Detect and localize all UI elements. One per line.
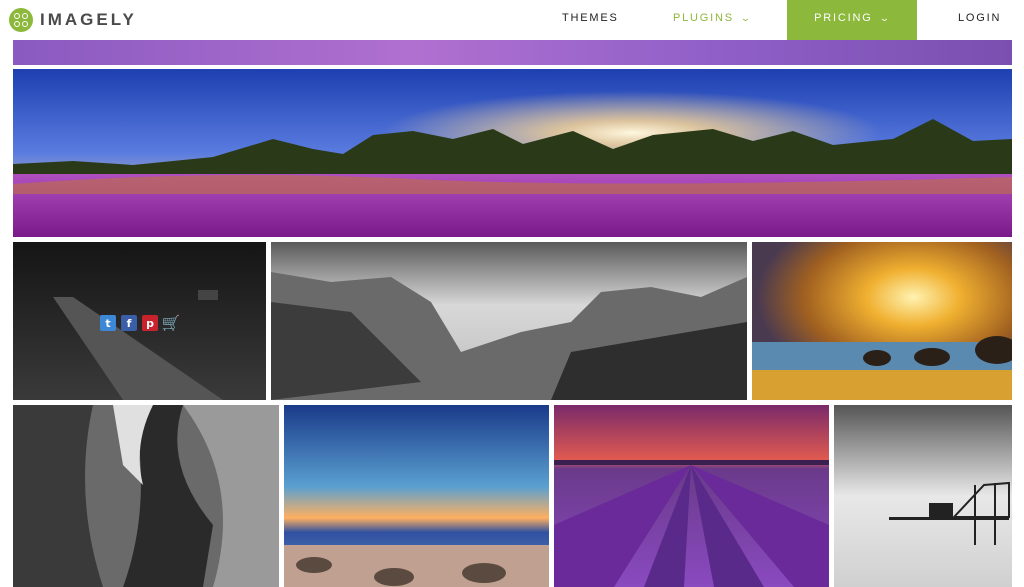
nav-themes-label: THEMES	[562, 12, 619, 24]
ocean-sunset-art	[284, 405, 549, 587]
gallery-image-lavender-strip[interactable]	[13, 40, 1012, 65]
facebook-icon[interactable]: f	[121, 315, 137, 331]
nav-pricing-label: PRICING	[814, 12, 873, 24]
cart-icon[interactable]: 🛒	[162, 314, 181, 332]
panorama-art	[13, 69, 1012, 237]
nav-login[interactable]: LOGIN	[958, 0, 1001, 40]
lavender-rows-art	[554, 405, 829, 587]
chevron-down-icon: ⌄	[740, 13, 754, 23]
logo-icon	[9, 8, 33, 32]
nav-pricing[interactable]: PRICING ⌄	[787, 0, 917, 40]
pinterest-icon[interactable]: p	[142, 315, 158, 331]
gallery-image-canyon-bw[interactable]	[13, 405, 279, 587]
yosemite-art	[271, 242, 747, 400]
nav-themes[interactable]: THEMES	[562, 0, 619, 40]
chevron-down-icon: ⌄	[878, 13, 892, 23]
share-bar: t f p 🛒	[100, 314, 181, 332]
nav-plugins-label: PLUGINS	[673, 12, 734, 24]
gallery-image-lavender-rows[interactable]	[554, 405, 829, 587]
gallery-image-ocean-sunset[interactable]	[284, 405, 549, 587]
gallery-image-pier-fog-bw[interactable]	[834, 405, 1012, 587]
gallery-image-pier-bw[interactable]: t f p 🛒	[13, 242, 266, 400]
logo-text: IMAGELY	[40, 10, 137, 29]
pier-fog-art	[834, 405, 1012, 587]
logo[interactable]: IMAGELY	[9, 7, 137, 33]
gallery-image-yosemite-bw[interactable]	[271, 242, 747, 400]
sunset-rocks-art	[752, 242, 1012, 400]
nav-login-label: LOGIN	[958, 12, 1002, 24]
twitter-icon[interactable]: t	[100, 315, 116, 331]
canyon-art	[13, 405, 279, 587]
gallery-image-sunset-rocks[interactable]	[752, 242, 1012, 400]
nav-plugins[interactable]: PLUGINS ⌄	[673, 0, 751, 40]
site-header: IMAGELY THEMES PLUGINS ⌄ PRICING ⌄ LOGIN	[0, 0, 1024, 40]
gallery-image-lavender-sunset-panorama[interactable]	[13, 69, 1012, 237]
